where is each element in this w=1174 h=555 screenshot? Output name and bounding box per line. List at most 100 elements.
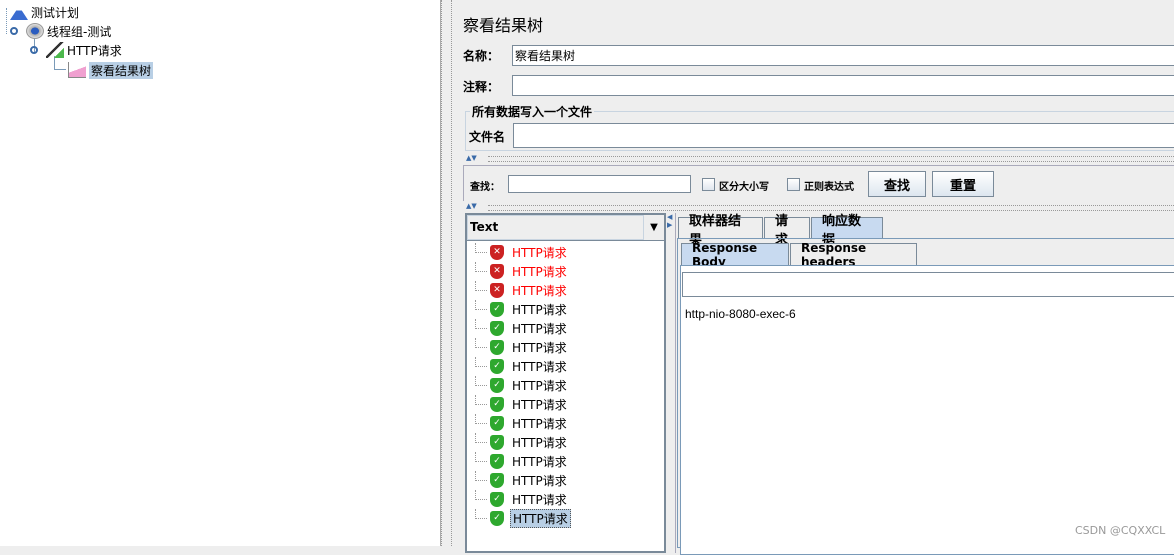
renderer-selected-value: Text [467, 215, 644, 240]
subtab-1[interactable]: Response headers [790, 241, 917, 269]
result-label: HTTP请求 [512, 378, 567, 393]
name-field[interactable] [512, 45, 1174, 66]
filename-field[interactable] [513, 123, 1174, 148]
response-search-field[interactable] [682, 272, 1174, 297]
result-item[interactable]: ✓ HTTP请求 [490, 433, 569, 451]
result-item[interactable]: ✕ HTTP请求 [490, 243, 569, 261]
result-item[interactable]: ✕ HTTP请求 [490, 262, 569, 280]
success-shield-icon: ✓ [490, 358, 504, 374]
collapse-arrows-icon[interactable]: ▲▼ [466, 154, 477, 162]
error-shield-icon: ✕ [490, 282, 504, 298]
tree-line [475, 452, 487, 462]
error-shield-icon: ✕ [490, 244, 504, 260]
result-item[interactable]: ✓ HTTP请求 [490, 490, 569, 508]
flask-icon [10, 4, 28, 20]
watermark: CSDN @CQXXCL [1075, 524, 1166, 537]
expand-handle-icon[interactable] [10, 27, 18, 35]
vertical-splitter[interactable]: ◀ ▶ [666, 213, 676, 553]
success-shield-icon: ✓ [490, 320, 504, 336]
tree-line [475, 262, 487, 272]
test-plan-tree: 测试计划 线程组-测试 HTTP请求 察看结果树 [0, 0, 441, 546]
expand-handle-icon[interactable] [30, 46, 38, 54]
result-item[interactable]: ✓ HTTP请求 [490, 471, 569, 489]
result-item[interactable]: ✓ HTTP请求 [490, 414, 569, 432]
success-shield-icon: ✓ [490, 301, 504, 317]
tree-line [475, 433, 487, 443]
result-item[interactable]: ✓ HTTP请求 [490, 452, 569, 470]
gear-icon [26, 23, 44, 39]
tab-1[interactable]: 请求 [764, 214, 810, 248]
tree-node-label: 察看结果树 [89, 61, 154, 79]
success-shield-icon: ✓ [490, 396, 504, 412]
name-label: 名称： [463, 49, 500, 63]
result-item[interactable]: ✓ HTTP请求 [490, 319, 569, 337]
filename-label: 文件名 [469, 130, 506, 144]
search-input[interactable] [508, 175, 691, 193]
page-title: 察看结果树 [463, 16, 544, 35]
success-shield-icon: ✓ [490, 434, 504, 450]
split-pane-divider[interactable] [441, 0, 452, 546]
result-label: HTTP请求 [512, 473, 567, 488]
tree-node-http-request[interactable]: HTTP请求 [30, 41, 122, 59]
comment-field[interactable] [512, 75, 1174, 96]
file-group-title: 所有数据写入一个文件 [470, 103, 595, 120]
result-item[interactable]: ✕ HTTP请求 [490, 281, 569, 299]
collapse-arrows-icon[interactable]: ▲▼ [466, 202, 477, 210]
graph-icon [68, 62, 86, 78]
tree-line [475, 509, 487, 519]
result-item[interactable]: ✓ HTTP请求 [490, 300, 569, 318]
result-item[interactable]: ✓ HTTP请求 [490, 338, 569, 356]
tree-node-thread-group[interactable]: 线程组-测试 [10, 22, 111, 40]
comment-label: 注释： [463, 80, 500, 94]
tree-line [475, 490, 487, 500]
result-label: HTTP请求 [512, 416, 567, 431]
chevron-down-icon[interactable]: ▼ [644, 215, 664, 240]
tree-line [475, 338, 487, 348]
tree-node-test-plan[interactable]: 测试计划 [10, 3, 79, 21]
result-item[interactable]: ✓ HTTP请求 [490, 357, 569, 375]
result-label: HTTP请求 [512, 435, 567, 450]
tree-line [475, 319, 487, 329]
result-label: HTTP请求 [512, 397, 567, 412]
pipette-icon [46, 42, 64, 58]
tree-line [475, 395, 487, 405]
tree-line [475, 300, 487, 310]
tree-line [475, 281, 487, 291]
result-label: HTTP请求 [512, 340, 567, 355]
tree-line [475, 414, 487, 424]
result-item[interactable]: ✓ HTTP请求 [490, 376, 569, 394]
result-label: HTTP请求 [512, 321, 567, 336]
result-label: HTTP请求 [512, 283, 567, 298]
tab-0[interactable]: 取样器结果 [678, 214, 763, 248]
success-shield-icon: ✓ [490, 491, 504, 507]
result-item[interactable]: ✓ HTTP请求 [490, 395, 569, 413]
response-body-text: http-nio-8080-exec-6 [685, 307, 796, 321]
tree-line [475, 243, 487, 253]
tree-node-label: HTTP请求 [67, 43, 122, 58]
result-label: HTTP请求 [512, 359, 567, 374]
case-sensitive-checkbox[interactable] [702, 178, 715, 191]
success-shield-icon: ✓ [490, 339, 504, 355]
tree-line [475, 357, 487, 367]
success-shield-icon: ✓ [490, 453, 504, 469]
result-item[interactable]: ✓ HTTP请求 [490, 508, 571, 528]
regex-checkbox[interactable] [787, 178, 800, 191]
result-label: HTTP请求 [512, 454, 567, 469]
subtab-0[interactable]: Response Body [681, 241, 789, 269]
find-button[interactable]: 查找 [868, 171, 926, 197]
result-label: HTTP请求 [510, 508, 571, 528]
reset-button[interactable]: 重置 [932, 171, 994, 197]
search-label: 查找： [470, 182, 500, 193]
tree-line [475, 471, 487, 481]
renderer-select[interactable]: Text ▼ [467, 215, 664, 241]
tab-2[interactable]: 响应数据 [811, 214, 883, 248]
splitter[interactable] [488, 156, 1174, 162]
error-shield-icon: ✕ [490, 263, 504, 279]
tree-node-view-results-tree[interactable]: 察看结果树 [68, 61, 154, 79]
success-shield-icon: ✓ [490, 472, 504, 488]
regex-label: 正则表达式 [804, 182, 854, 193]
success-shield-icon: ✓ [490, 510, 504, 526]
success-shield-icon: ✓ [490, 377, 504, 393]
result-label: HTTP请求 [512, 245, 567, 260]
tree-node-label: 线程组-测试 [47, 24, 112, 39]
